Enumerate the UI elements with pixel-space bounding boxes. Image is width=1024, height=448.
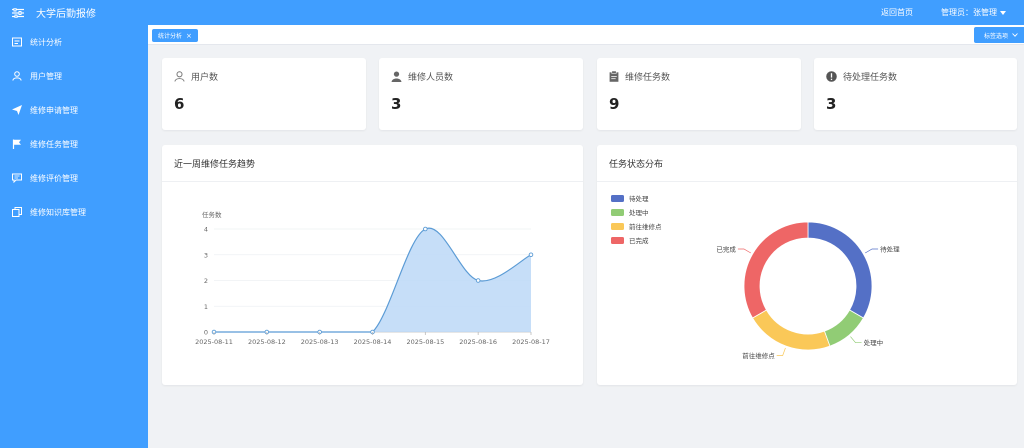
stat-value: 6 [174, 95, 185, 113]
tab-options-label: 标签选项 [983, 32, 1008, 40]
stat-value: 9 [609, 95, 620, 113]
x-tick-label: 2025-08-13 [301, 338, 339, 346]
clipboard-icon [609, 71, 619, 82]
legend-label: 处理中 [629, 208, 649, 217]
stat-card-pending: 待处理任务数 3 [814, 58, 1017, 130]
admin-label: 管理员：张管理 [941, 8, 997, 17]
slice-label: 已完成 [716, 245, 736, 254]
sidebar-item-repair-tasks[interactable]: 维修任务管理 [0, 127, 148, 161]
slice-label-line [850, 336, 862, 344]
area-fill [214, 228, 531, 332]
user-outline-icon [174, 71, 185, 82]
trend-chart-panel: 近一周维修任务趋势 0 1 2 3 4 任务数 2025-08-11 2025-08-12 20… [162, 145, 583, 385]
stat-label: 维修人员数 [408, 73, 454, 83]
x-tick-label: 2025-08-15 [406, 338, 444, 346]
data-point [423, 226, 428, 232]
sidebar-item-label: 维修申请管理 [30, 105, 78, 115]
legend-label: 已完成 [629, 236, 649, 245]
user-solid-icon [391, 71, 402, 82]
legend-swatch [611, 237, 624, 244]
y-axis-label: 任务数 [202, 210, 222, 219]
user-icon [12, 71, 22, 81]
comment-icon [12, 173, 22, 183]
legend-swatch [611, 223, 624, 230]
top-bar: 大学后勤报修 返回首页 管理员：张管理 [0, 0, 1024, 25]
pie-slice [807, 221, 873, 319]
sidebar-item-label: 统计分析 [30, 37, 62, 47]
stat-label: 用户数 [191, 73, 219, 83]
stat-label: 维修任务数 [625, 73, 671, 83]
y-tick-label: 0 [204, 329, 208, 337]
sidebar-item-statistics[interactable]: 统计分析 [0, 25, 148, 59]
caret-down-icon [1000, 10, 1006, 15]
app-title: 大学后勤报修 [36, 9, 96, 20]
slice-label-line [776, 347, 786, 356]
dashboard-icon [12, 37, 22, 47]
legend-label: 前往维修点 [629, 222, 662, 231]
pie-slice [752, 309, 831, 351]
x-tick-label: 2025-08-16 [459, 338, 497, 346]
status-chart-panel: 任务状态分布 待处理 处理中 前往维修点 已完成 待处理 处理中 前往维修点 已完成 [597, 145, 1017, 385]
tab-options-button[interactable]: 标签选项 [973, 27, 1024, 43]
stat-value: 3 [391, 95, 402, 113]
slice-label: 处理中 [864, 338, 884, 347]
status-chart: 待处理处理中前往维修点已完成待处理处理中前往维修点已完成 [611, 194, 900, 360]
pie-slice [823, 309, 864, 347]
x-tick-label: 2025-08-17 [512, 338, 550, 346]
sidebar-item-knowledge-base[interactable]: 维修知识库管理 [0, 195, 148, 229]
stat-card-tasks: 维修任务数 9 [597, 58, 801, 130]
legend-swatch [611, 195, 624, 202]
copy-icon [12, 207, 22, 217]
sidebar-item-label: 维修任务管理 [30, 139, 78, 149]
slice-label-line [737, 248, 752, 254]
sidebar-item-label: 维修知识库管理 [30, 207, 86, 217]
slice-label-line [864, 248, 879, 254]
stat-card-repairers: 维修人员数 3 [379, 58, 583, 130]
tab-statistics[interactable]: 统计分析 × [152, 29, 198, 42]
stat-card-users: 用户数 6 [162, 58, 366, 130]
sidebar-item-label: 用户管理 [30, 71, 62, 81]
chevron-down-icon [1012, 33, 1018, 37]
tab-label: 统计分析 [158, 33, 183, 40]
pie-slice [743, 221, 809, 319]
legend-label: 待处理 [629, 194, 649, 203]
x-tick-label: 2025-08-11 [195, 338, 233, 346]
data-point [475, 278, 481, 283]
flag-icon [12, 139, 21, 149]
sidebar-item-users[interactable]: 用户管理 [0, 59, 148, 93]
menu-toggle-icon[interactable] [0, 0, 36, 25]
admin-menu[interactable]: 管理员：张管理 [941, 7, 1006, 18]
slice-label: 待处理 [880, 245, 900, 254]
warning-icon [826, 71, 837, 82]
stat-label: 待处理任务数 [843, 73, 898, 83]
sidebar-item-repair-reviews[interactable]: 维修评价管理 [0, 161, 148, 195]
slice-label: 前往维修点 [742, 351, 775, 360]
sidebar: 统计分析 用户管理 维修申请管理 维修任务管理 维修评价管理 维修知识库管理 [0, 25, 148, 448]
send-icon [12, 105, 22, 115]
close-icon[interactable]: × [186, 32, 192, 40]
data-point [528, 252, 534, 257]
x-tick-label: 2025-08-14 [354, 338, 392, 346]
sidebar-item-label: 维修评价管理 [30, 173, 78, 183]
stat-value: 3 [826, 95, 837, 113]
y-tick-label: 3 [204, 251, 208, 259]
legend-swatch [611, 209, 624, 216]
tab-bar: 统计分析 × 标签选项 [148, 25, 1024, 45]
trend-chart: 0 1 2 3 4 任务数 2025-08-11 2025-08-12 2025-08-13 20… [195, 210, 550, 346]
sidebar-item-repair-requests[interactable]: 维修申请管理 [0, 93, 148, 127]
y-tick-label: 1 [204, 303, 208, 311]
x-tick-label: 2025-08-12 [248, 338, 286, 346]
y-tick-label: 2 [204, 277, 208, 285]
home-link[interactable]: 返回首页 [881, 7, 913, 18]
y-tick-label: 4 [204, 226, 208, 234]
